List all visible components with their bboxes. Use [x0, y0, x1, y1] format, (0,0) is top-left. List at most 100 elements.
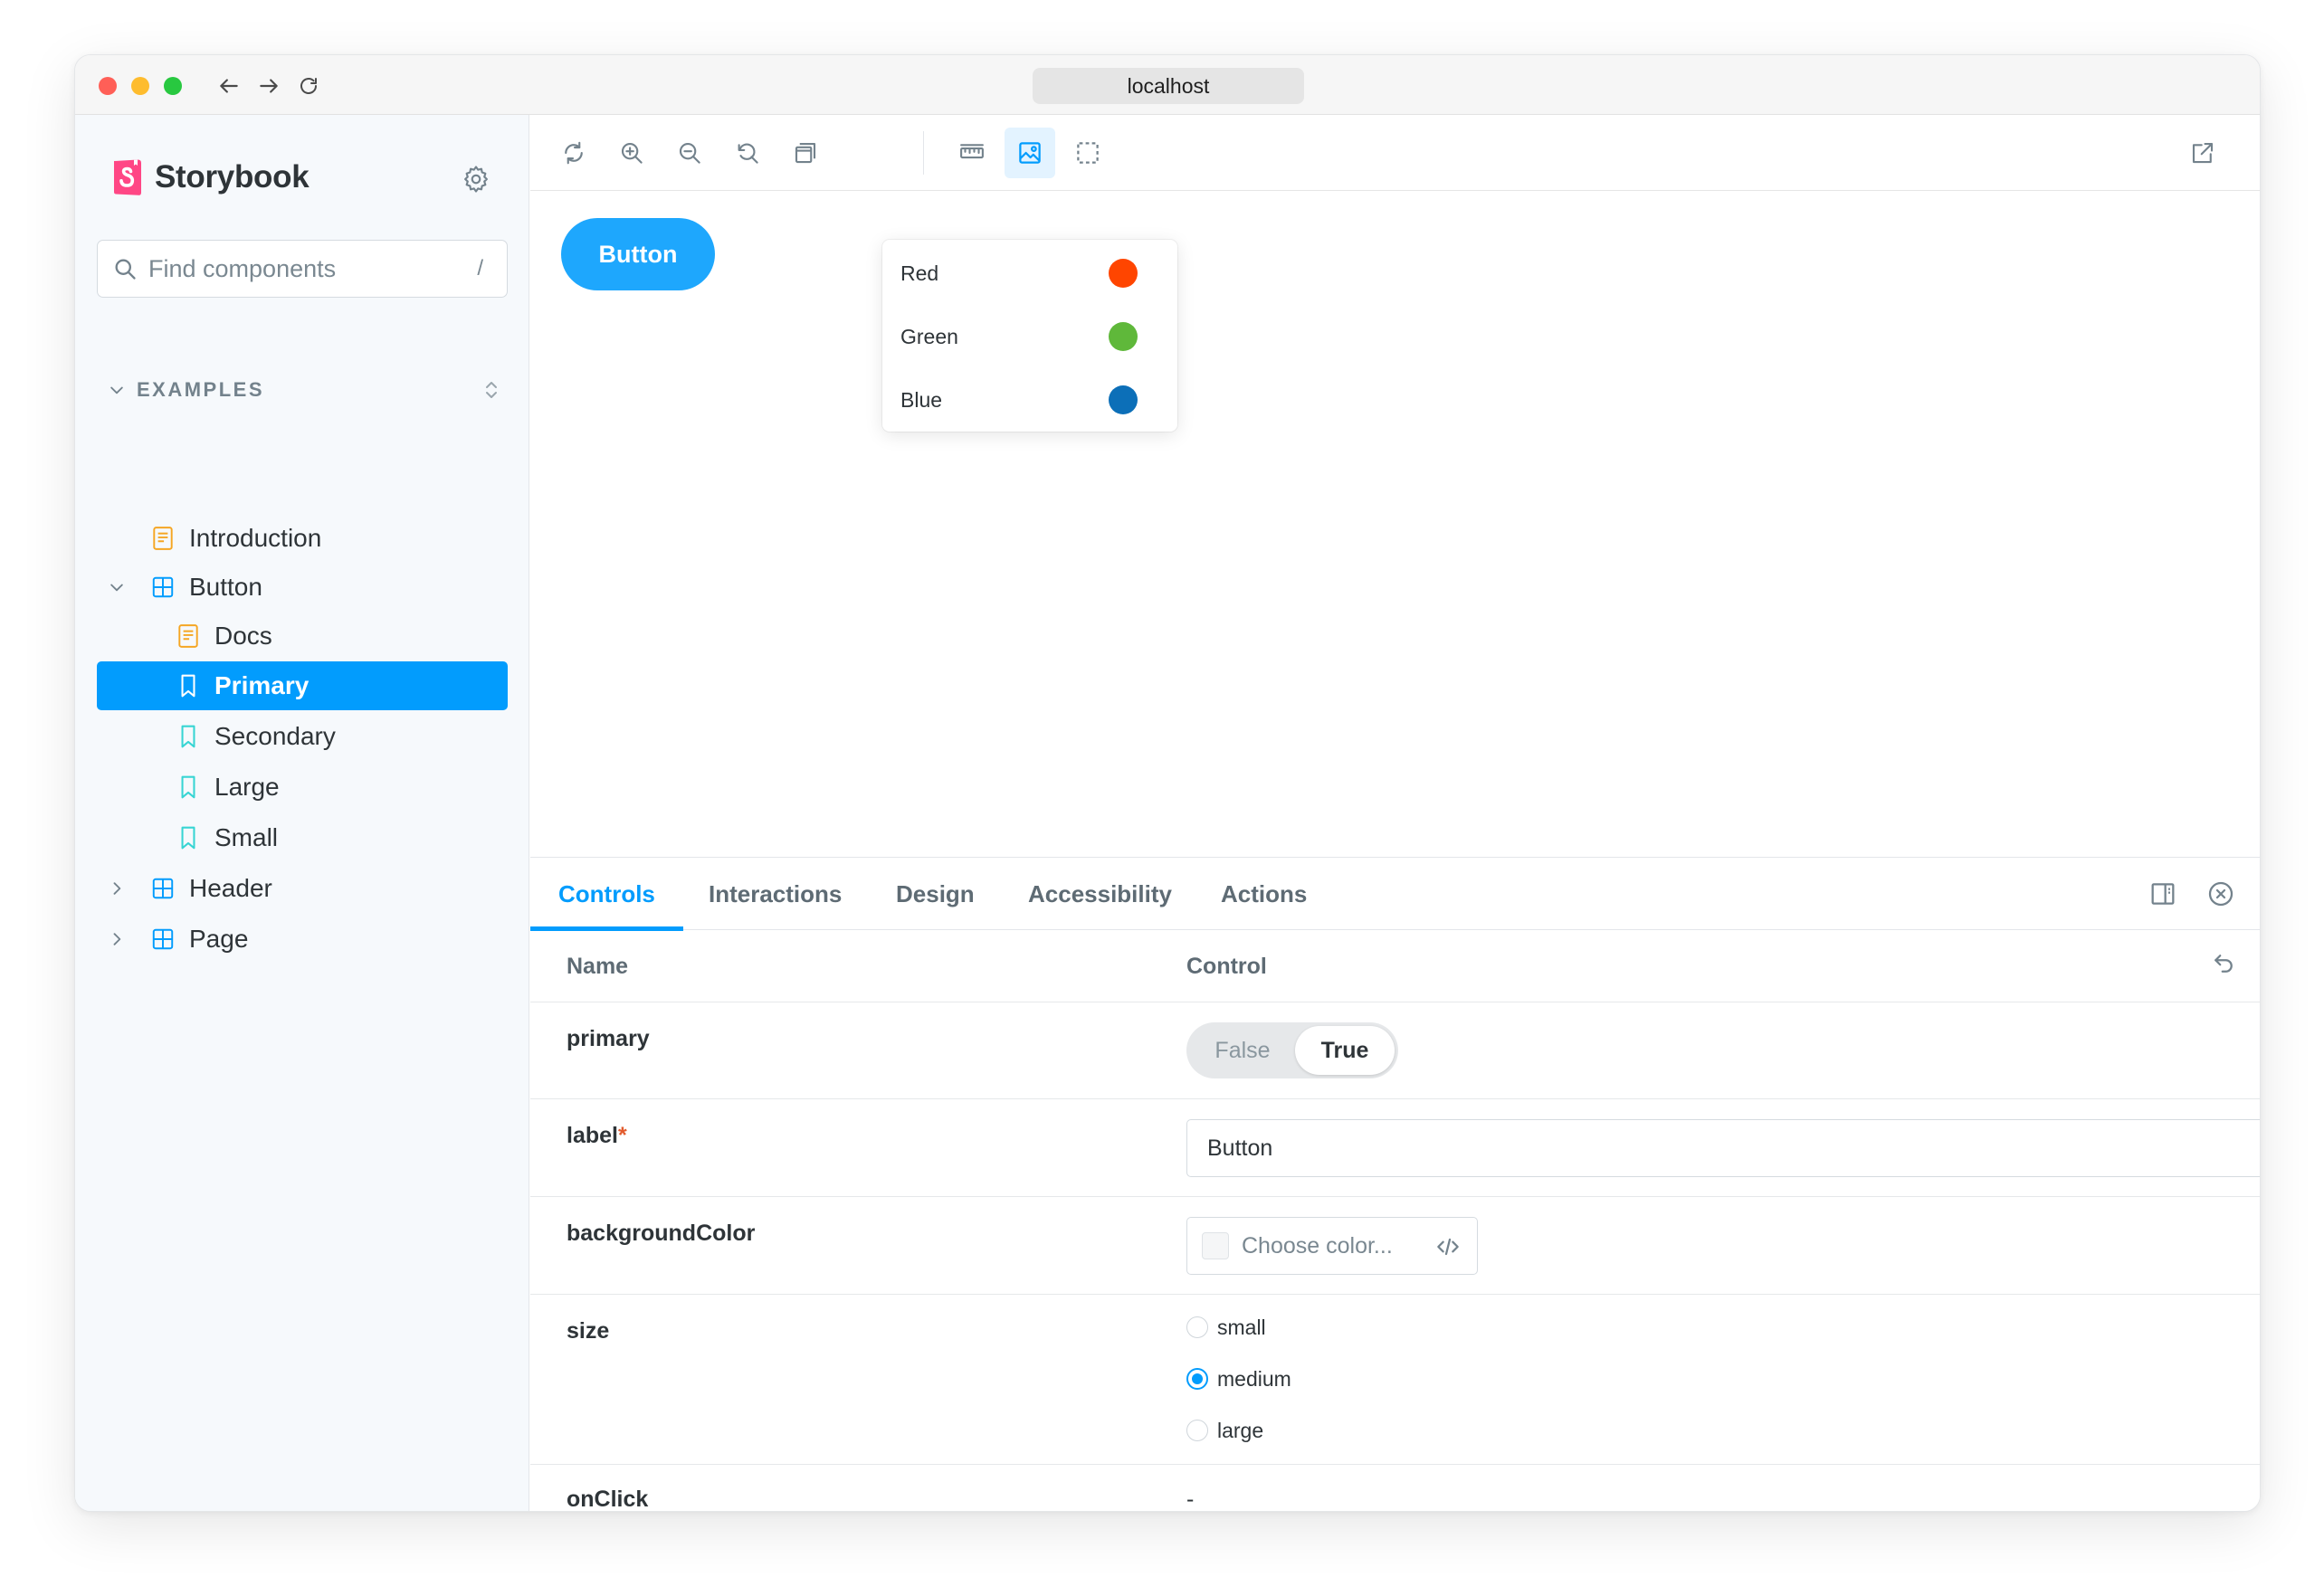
size-radio-large[interactable]: large [1186, 1412, 1263, 1449]
bookmark-icon [181, 775, 195, 799]
sidebar-item-label: Primary [214, 671, 310, 699]
browser-window: localhost Storybook / EXAMPLES [74, 54, 2261, 1512]
background-icon [1019, 142, 1041, 164]
zoom-reset-button[interactable] [722, 128, 773, 178]
panel-tabs: Controls Interactions Design Accessibili… [530, 858, 2260, 931]
arrow-right-icon [260, 79, 278, 93]
sidebar-item-introduction[interactable]: Introduction [97, 514, 508, 563]
section-label: EXAMPLES [137, 378, 265, 401]
back-button[interactable] [214, 71, 243, 100]
code-icon[interactable] [1433, 1232, 1462, 1261]
sidebar-item-page[interactable]: Page [97, 915, 508, 964]
background-option-blue[interactable]: Blue [882, 368, 1177, 432]
forward-button[interactable] [254, 71, 283, 100]
browser-titlebar: localhost [75, 55, 2260, 115]
address-bar[interactable]: localhost [1033, 68, 1304, 104]
primary-boolean-toggle[interactable]: False True [1186, 1022, 1398, 1078]
sidebar-item-label: Introduction [189, 524, 322, 552]
chevron-right-icon [113, 933, 121, 945]
chevron-down-icon [110, 386, 123, 394]
component-icon [152, 878, 174, 899]
remount-button[interactable] [548, 128, 599, 178]
storybook-logo-icon [114, 159, 141, 195]
search-input[interactable] [148, 254, 478, 283]
size-radio-small[interactable]: small [1186, 1309, 1266, 1345]
radio-button[interactable] [1186, 1420, 1208, 1441]
bookmark-icon [181, 826, 195, 850]
background-color-input[interactable]: Choose color... [1186, 1217, 1478, 1275]
sidebar: Storybook / EXAMPLES Introduction Button [75, 115, 529, 1511]
settings-button[interactable] [461, 164, 491, 195]
required-indicator: * [617, 1123, 627, 1148]
toggle-false-option[interactable]: False [1190, 1026, 1295, 1075]
sidebar-item-docs[interactable]: Docs [97, 612, 508, 660]
document-icon [153, 527, 173, 550]
search-shortcut: / [477, 256, 483, 280]
color-placeholder: Choose color... [1242, 1232, 1393, 1259]
label-text-input[interactable] [1186, 1119, 2260, 1177]
demo-primary-button[interactable]: Button [561, 218, 715, 290]
reload-icon [300, 78, 317, 94]
zoom-window-button[interactable] [164, 77, 182, 95]
reset-controls-button[interactable] [2210, 950, 2237, 977]
sidebar-item-label: Header [189, 874, 272, 902]
zoom-in-icon [621, 142, 643, 164]
expand-collapse-icon[interactable] [481, 379, 502, 401]
green-swatch [1109, 322, 1138, 351]
background-menu: Red Green Blue [882, 240, 1177, 432]
remount-icon [565, 141, 583, 165]
sidebar-item-label: Secondary [214, 722, 336, 750]
measure-button[interactable] [947, 128, 997, 178]
addons-panel: Controls Interactions Design Accessibili… [530, 857, 2260, 1512]
background-button[interactable] [1005, 128, 1055, 178]
sidebar-item-label: Small [214, 823, 279, 851]
close-window-button[interactable] [99, 77, 117, 95]
arg-value: - [1186, 1487, 1195, 1512]
sidebar-item-label: Docs [214, 622, 272, 650]
color-swatch[interactable] [1202, 1232, 1229, 1259]
canvas-toolbar [530, 115, 2260, 191]
bookmark-icon [181, 674, 195, 698]
args-row-primary: primary False True [530, 1002, 2260, 1099]
minimize-window-button[interactable] [131, 77, 149, 95]
arrow-left-icon [220, 79, 238, 93]
tab-label: Design [896, 879, 975, 907]
option-label: Blue [900, 387, 943, 412]
background-option-green[interactable]: Green [882, 305, 1177, 368]
tab-label: Interactions [709, 879, 843, 907]
outline-button[interactable] [1062, 128, 1113, 178]
tab-accessibility[interactable]: Accessibility [1028, 858, 1172, 930]
toggle-true-option[interactable]: True [1295, 1026, 1395, 1075]
tab-controls[interactable]: Controls [530, 858, 683, 931]
tab-actions[interactable]: Actions [1221, 858, 1307, 930]
radio-button[interactable] [1186, 1316, 1208, 1338]
undo-icon [2214, 955, 2233, 973]
brand-name: Storybook [155, 159, 310, 195]
viewport-button[interactable] [780, 128, 831, 178]
search-box[interactable]: / [97, 240, 508, 298]
column-header-control: Control [1186, 954, 1267, 979]
zoom-in-button[interactable] [606, 128, 657, 178]
chevron-down-icon [110, 584, 123, 592]
sidebar-item-small[interactable]: Small [97, 813, 508, 862]
reload-button[interactable] [294, 71, 323, 100]
sidebar-item-primary[interactable]: Primary [97, 661, 508, 710]
radio-button[interactable] [1186, 1368, 1208, 1390]
background-option-red[interactable]: Red [882, 242, 1177, 305]
radio-label: medium [1217, 1366, 1291, 1391]
tab-interactions[interactable]: Interactions [709, 858, 842, 930]
sidebar-item-large[interactable]: Large [97, 763, 508, 812]
sidebar-item-button[interactable]: Button [97, 563, 508, 612]
close-panel-button[interactable] [2206, 879, 2235, 908]
panel-orientation-button[interactable] [2148, 879, 2177, 908]
args-row-onclick: onClick - [530, 1465, 2260, 1512]
storybook-brand[interactable]: Storybook [111, 158, 310, 196]
zoom-out-button[interactable] [664, 128, 715, 178]
sidebar-item-header[interactable]: Header [97, 864, 508, 913]
open-new-tab-button[interactable] [2177, 128, 2228, 178]
size-radio-medium[interactable]: medium [1186, 1361, 1291, 1397]
sidebar-item-secondary[interactable]: Secondary [97, 712, 508, 761]
args-row-label: label* [530, 1099, 2260, 1197]
tab-design[interactable]: Design [896, 858, 975, 930]
examples-section-header[interactable]: EXAMPLES [108, 372, 502, 408]
